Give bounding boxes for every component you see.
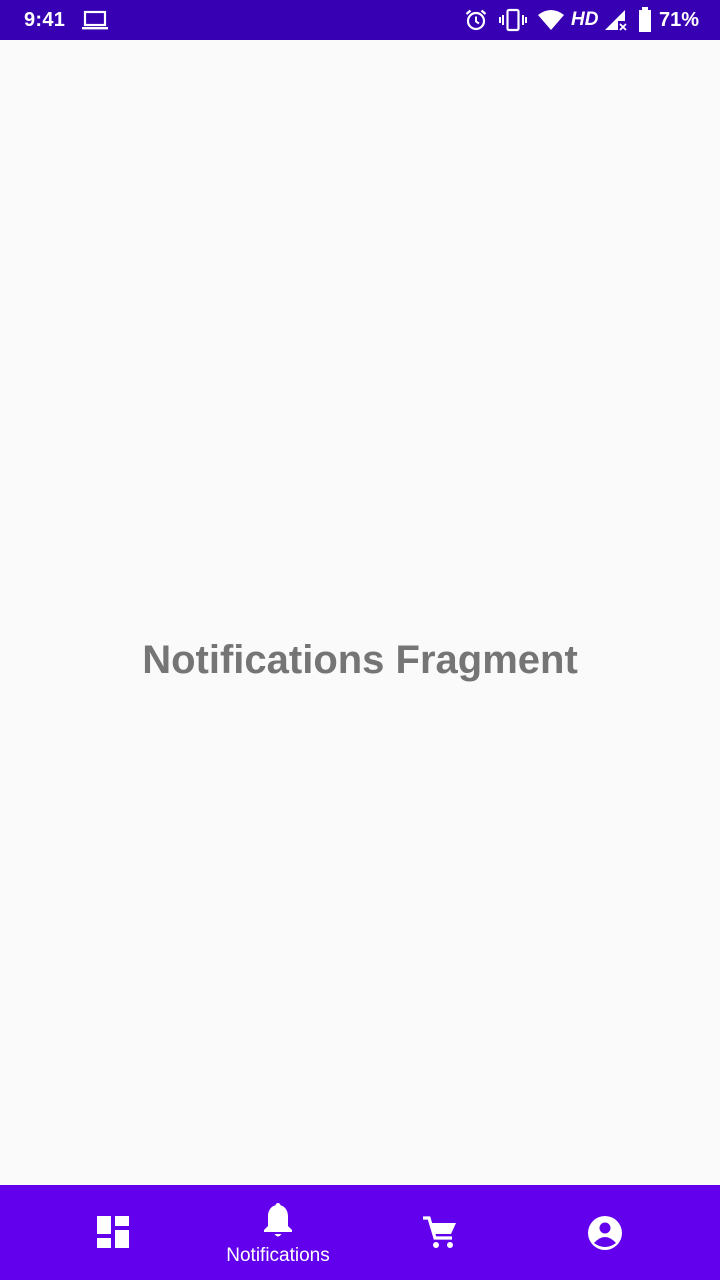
nav-item-dashboard[interactable] bbox=[23, 1185, 203, 1280]
nav-item-cart[interactable] bbox=[350, 1185, 530, 1280]
status-bar: 9:41 HD 71% bbox=[0, 0, 720, 40]
wifi-icon bbox=[538, 10, 564, 30]
account-circle-icon bbox=[588, 1216, 622, 1250]
nav-label-notifications: Notifications bbox=[226, 1245, 330, 1266]
nav-item-account[interactable] bbox=[515, 1185, 695, 1280]
alarm-icon bbox=[465, 9, 487, 31]
cart-icon bbox=[423, 1216, 456, 1248]
fragment-title: Notifications Fragment bbox=[142, 638, 578, 682]
battery-icon bbox=[639, 7, 651, 32]
laptop-icon bbox=[82, 10, 108, 30]
signal-icon bbox=[605, 10, 627, 31]
fragment-container: Notifications Fragment bbox=[0, 40, 720, 1185]
nav-item-notifications[interactable]: Notifications bbox=[188, 1185, 368, 1280]
network-type-label: HD bbox=[571, 9, 599, 30]
dashboard-icon bbox=[97, 1216, 129, 1248]
bell-icon bbox=[264, 1203, 292, 1237]
bottom-navigation: Notifications bbox=[0, 1185, 720, 1280]
vibrate-icon bbox=[499, 8, 527, 32]
battery-level: 71% bbox=[659, 9, 700, 31]
status-time: 9:41 bbox=[24, 9, 66, 31]
